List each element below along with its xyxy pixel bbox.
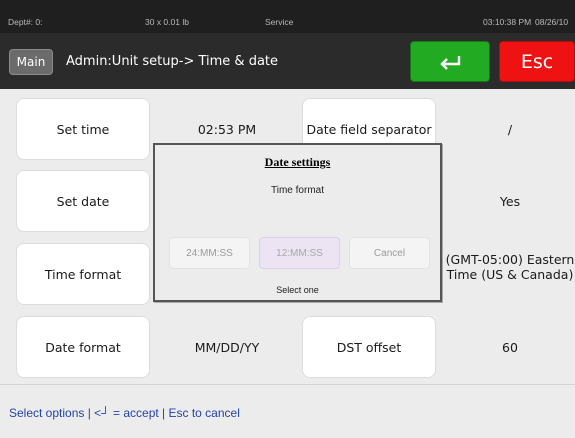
mode-indicator: Service [265, 17, 294, 27]
help-hint: Select options | <┘ = accept | Esc to ca… [9, 406, 240, 420]
yes-value: Yes [499, 194, 521, 209]
dst-offset-button[interactable]: DST offset [302, 316, 436, 378]
dept-indicator: Dept#: 0: [8, 17, 43, 27]
esc-button[interactable]: Esc [499, 41, 575, 82]
clock-date: 08/26/10 [535, 17, 569, 27]
set-date-button[interactable]: Set date [16, 170, 150, 232]
breadcrumb: Admin:Unit setup-> Time & date [66, 54, 279, 69]
enter-button[interactable] [410, 41, 490, 82]
time-format-button[interactable]: Time format [16, 243, 150, 305]
option-24h-button[interactable]: 24:MM:SS [169, 237, 250, 269]
title-bar: Main Admin:Unit setup-> Time & date Esc [0, 33, 575, 89]
date-settings-dialog: Date settings Time format 24:MM:SS 12:MM… [153, 143, 442, 302]
time-zone-value: (GMT-05:00) Eastern Time (US & Canada) [445, 252, 575, 282]
dialog-footer: Select one [276, 285, 319, 295]
app-window: Dept#: 0: 30 x 0.01 lb Service 03:10:38 … [0, 0, 575, 438]
dialog-title: Date settings [264, 155, 331, 169]
date-separator-value: / [507, 122, 513, 137]
dialog-cancel-button[interactable]: Cancel [349, 237, 430, 269]
dialog-subtitle: Time format [271, 185, 324, 196]
status-bar: Dept#: 0: 30 x 0.01 lb Service 03:10:38 … [0, 0, 575, 33]
set-time-value: 02:53 PM [197, 122, 257, 137]
set-time-button[interactable]: Set time [16, 98, 150, 160]
main-button[interactable]: Main [9, 49, 53, 75]
dst-offset-value: 60 [502, 340, 518, 355]
date-format-button[interactable]: Date format [16, 316, 150, 378]
enter-arrow-icon [440, 55, 461, 70]
scale-reading: 30 x 0.01 lb [145, 17, 189, 27]
date-format-value: MM/DD/YY [194, 340, 260, 355]
clock-time: 03:10:38 PM [483, 17, 532, 27]
footer-divider [0, 384, 575, 385]
option-12h-button[interactable]: 12:MM:SS [259, 237, 340, 269]
